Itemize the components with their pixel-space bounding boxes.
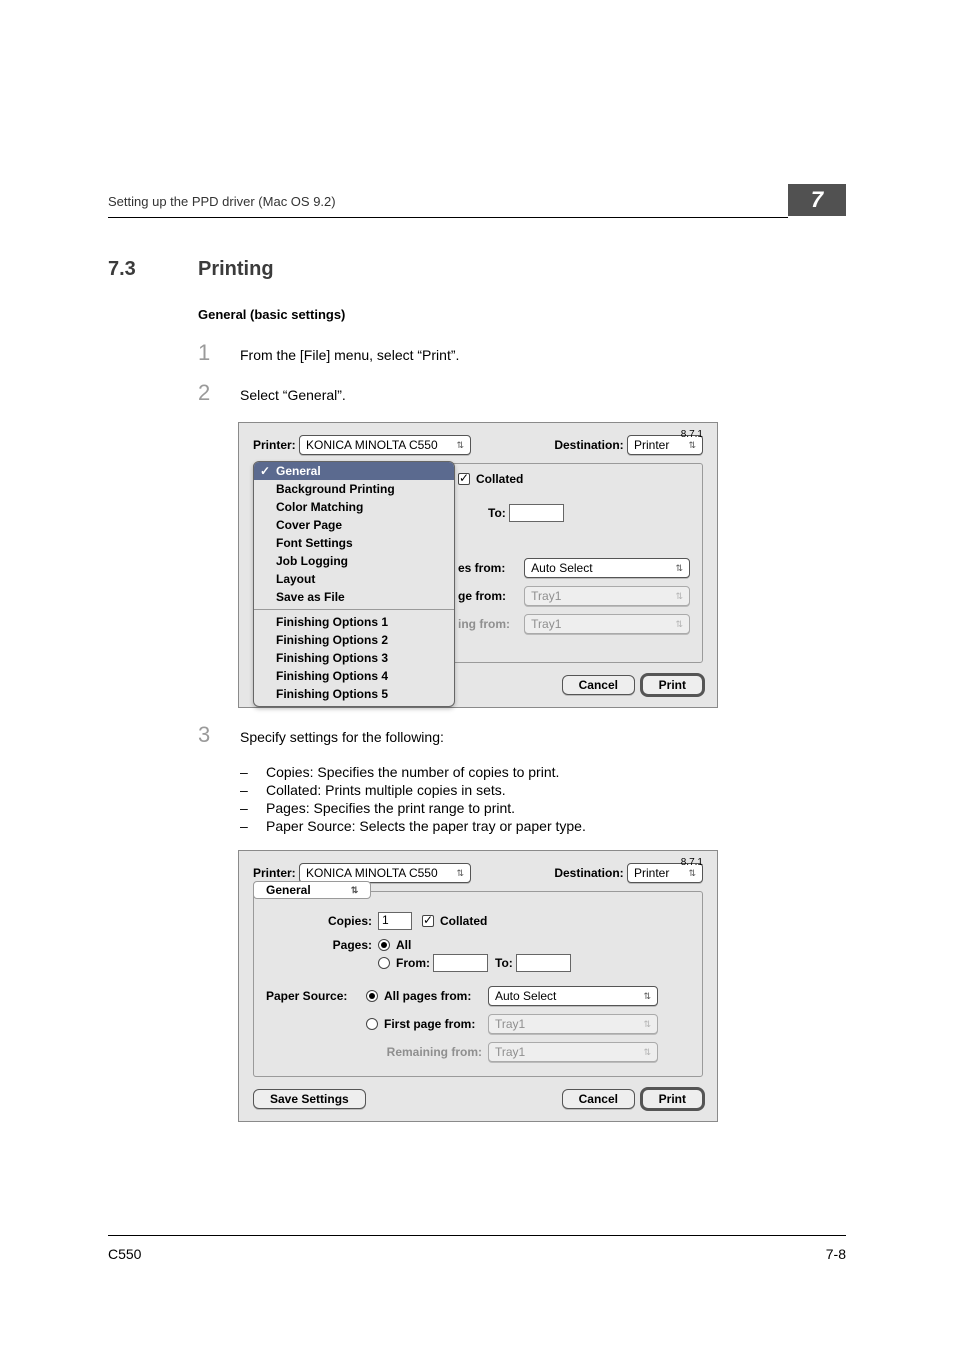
popup-arrows-icon[interactable]: [454, 461, 455, 481]
popup-item-color-matching[interactable]: Color Matching: [254, 498, 454, 516]
pages-all-radio[interactable]: [378, 939, 390, 951]
to-label-1: To:: [488, 506, 506, 520]
running-head: Setting up the PPD driver (Mac OS 9.2): [108, 194, 336, 209]
to-label-2: To:: [495, 956, 513, 970]
pane-popup-menu[interactable]: General Background Printing Color Matchi…: [253, 461, 455, 707]
printer-label: Printer:: [253, 438, 296, 452]
tray1-value-d: Tray1: [495, 1045, 525, 1059]
footer-page: 7-8: [826, 1246, 846, 1262]
popup-item-layout[interactable]: Layout: [254, 570, 454, 588]
dialog-version: 8.7.1: [681, 429, 703, 440]
popup-item-finishing-3[interactable]: Finishing Options 3: [254, 649, 454, 667]
popup-item-finishing-1[interactable]: Finishing Options 1: [254, 613, 454, 631]
destination-value: Printer: [634, 438, 669, 452]
step-3-text: Specify settings for the following:: [240, 725, 444, 745]
ps-all-pages-radio[interactable]: [366, 990, 378, 1002]
ing-from-label: ing from:: [458, 617, 524, 631]
ps-all-pages-label: All pages from:: [384, 989, 488, 1003]
popup-item-finishing-5[interactable]: Finishing Options 5: [254, 685, 454, 706]
popup-item-save-as-file[interactable]: Save as File: [254, 588, 454, 606]
first-page-from-select[interactable]: Tray1: [524, 586, 690, 606]
collated-label-1: Collated: [476, 472, 523, 486]
printer-select[interactable]: KONICA MINOLTA C550: [299, 435, 471, 455]
footer-model: C550: [108, 1246, 141, 1262]
ps-all-pages-select[interactable]: Auto Select: [488, 986, 658, 1006]
ps-remaining-label: Remaining from:: [266, 1045, 482, 1059]
footer-rule: [108, 1235, 846, 1236]
bullet-dash: –: [240, 800, 266, 816]
destination-label: Destination:: [554, 866, 623, 880]
all-pages-from-select[interactable]: Auto Select: [524, 558, 690, 578]
print-button[interactable]: Print: [642, 675, 703, 695]
printer-value: KONICA MINOLTA C550: [306, 438, 438, 452]
header-rule: [108, 217, 788, 218]
bullet-copies: Copies: Specifies the number of copies t…: [266, 764, 559, 780]
printer-value: KONICA MINOLTA C550: [306, 866, 438, 880]
auto-select-value: Auto Select: [531, 561, 592, 575]
popup-divider: [254, 609, 454, 610]
print-dialog-1: 8.7.1 Printer: KONICA MINOLTA C550 Desti…: [238, 422, 718, 708]
ge-from-label: ge from:: [458, 589, 524, 603]
bullet-collated: Collated: Prints multiple copies in sets…: [266, 782, 506, 798]
chapter-badge: 7: [788, 184, 846, 216]
pages-from-label: From:: [396, 956, 430, 970]
printer-label: Printer:: [253, 866, 296, 880]
ps-first-page-radio[interactable]: [366, 1018, 378, 1030]
bullet-dash: –: [240, 818, 266, 834]
bullet-dash: –: [240, 764, 266, 780]
pages-from-radio[interactable]: [378, 957, 390, 969]
collated-checkbox-2[interactable]: [422, 915, 434, 927]
cancel-button[interactable]: Cancel: [562, 1089, 635, 1109]
collated-checkbox-1[interactable]: [458, 473, 470, 485]
dialog-version: 8.7.1: [681, 857, 703, 868]
section-title: Printing: [198, 258, 274, 281]
save-settings-button[interactable]: Save Settings: [253, 1089, 366, 1109]
step-2-text: Select “General”.: [240, 383, 346, 403]
pages-to-input[interactable]: [516, 954, 571, 972]
popup-item-finishing-4[interactable]: Finishing Options 4: [254, 667, 454, 685]
copies-label: Copies:: [266, 914, 372, 928]
step-1-text: From the [File] menu, select “Print”.: [240, 343, 459, 363]
remaining-from-select[interactable]: Tray1: [524, 614, 690, 634]
tray1-value-a: Tray1: [531, 589, 561, 603]
ps-first-page-label: First page from:: [384, 1017, 488, 1031]
print-button[interactable]: Print: [642, 1089, 703, 1109]
pane-select-general[interactable]: General: [253, 881, 371, 899]
section-number: 7.3: [108, 258, 198, 281]
popup-item-finishing-2[interactable]: Finishing Options 2: [254, 631, 454, 649]
cancel-button[interactable]: Cancel: [562, 675, 635, 695]
pages-from-input[interactable]: [433, 954, 488, 972]
destination-value: Printer: [634, 866, 669, 880]
pages-all-label: All: [396, 938, 411, 952]
popup-item-background-printing[interactable]: Background Printing: [254, 480, 454, 498]
printer-select[interactable]: KONICA MINOLTA C550: [299, 863, 471, 883]
step-2-number: 2: [198, 382, 240, 404]
paper-source-label: Paper Source:: [266, 989, 366, 1003]
popup-item-cover-page[interactable]: Cover Page: [254, 516, 454, 534]
print-dialog-2: 8.7.1 Printer: KONICA MINOLTA C550 Desti…: [238, 850, 718, 1122]
bullet-paper-source: Paper Source: Selects the paper tray or …: [266, 818, 586, 834]
bullet-dash: –: [240, 782, 266, 798]
copies-input[interactable]: 1: [378, 912, 412, 930]
ps-remaining-select[interactable]: Tray1: [488, 1042, 658, 1062]
tray1-value-c: Tray1: [495, 1017, 525, 1031]
bullet-pages: Pages: Specifies the print range to prin…: [266, 800, 515, 816]
step-1-number: 1: [198, 342, 240, 364]
es-from-label: es from:: [458, 561, 524, 575]
ps-first-page-select[interactable]: Tray1: [488, 1014, 658, 1034]
destination-label: Destination:: [554, 438, 623, 452]
popup-item-font-settings[interactable]: Font Settings: [254, 534, 454, 552]
collated-label-2: Collated: [440, 914, 487, 928]
step-3-number: 3: [198, 724, 240, 746]
to-input-1[interactable]: [509, 504, 564, 522]
popup-item-general[interactable]: General: [254, 462, 454, 480]
auto-select-value-2: Auto Select: [495, 989, 556, 1003]
pages-label: Pages:: [266, 938, 372, 952]
popup-item-job-logging[interactable]: Job Logging: [254, 552, 454, 570]
section-subhead: General (basic settings): [198, 307, 846, 322]
tray1-value-b: Tray1: [531, 617, 561, 631]
